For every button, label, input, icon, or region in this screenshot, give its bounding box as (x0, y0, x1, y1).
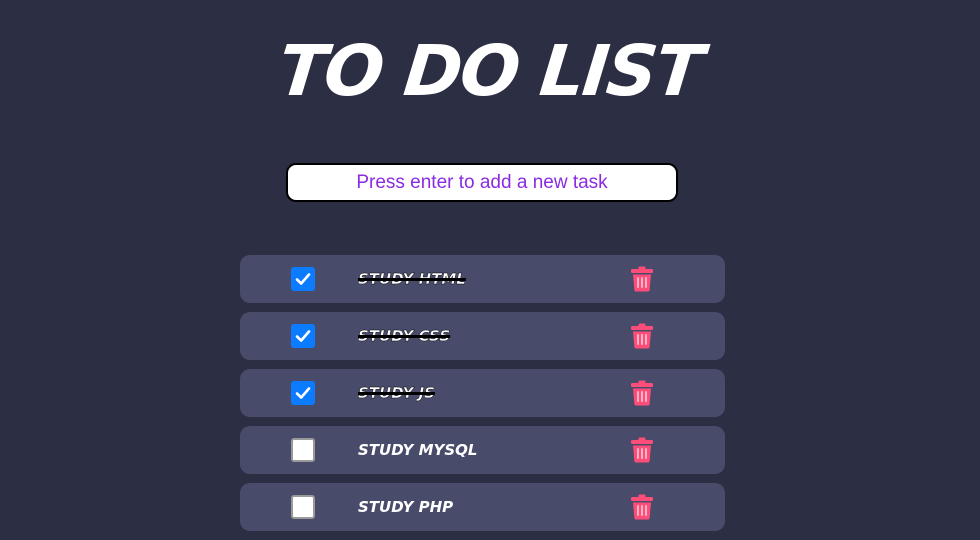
trash-icon[interactable] (630, 380, 654, 406)
checkmark-icon (295, 330, 311, 342)
task-item: STUDY HTML (240, 255, 725, 303)
trash-icon[interactable] (630, 266, 654, 292)
trash-icon[interactable] (630, 323, 654, 349)
task-checkbox[interactable] (291, 438, 315, 462)
task-label: STUDY JS (358, 384, 435, 402)
task-item: STUDY JS (240, 369, 725, 417)
trash-icon[interactable] (630, 437, 654, 463)
page-title: TO DO LIST (274, 30, 706, 112)
new-task-input[interactable] (286, 163, 678, 202)
task-checkbox[interactable] (291, 267, 315, 291)
task-checkbox[interactable] (291, 381, 315, 405)
task-label: STUDY PHP (358, 498, 454, 516)
task-checkbox[interactable] (291, 495, 315, 519)
task-item: STUDY CSS (240, 312, 725, 360)
task-list: STUDY HTML STUDY CSS STUDY JS STUDY MYSQ… (240, 255, 725, 540)
task-item: STUDY MYSQL (240, 426, 725, 474)
checkmark-icon (295, 387, 311, 399)
task-checkbox[interactable] (291, 324, 315, 348)
task-label: STUDY MYSQL (358, 441, 478, 459)
checkmark-icon (295, 273, 311, 285)
task-label: STUDY HTML (358, 270, 466, 288)
task-label: STUDY CSS (358, 327, 451, 345)
trash-icon[interactable] (630, 494, 654, 520)
task-item: STUDY PHP (240, 483, 725, 531)
